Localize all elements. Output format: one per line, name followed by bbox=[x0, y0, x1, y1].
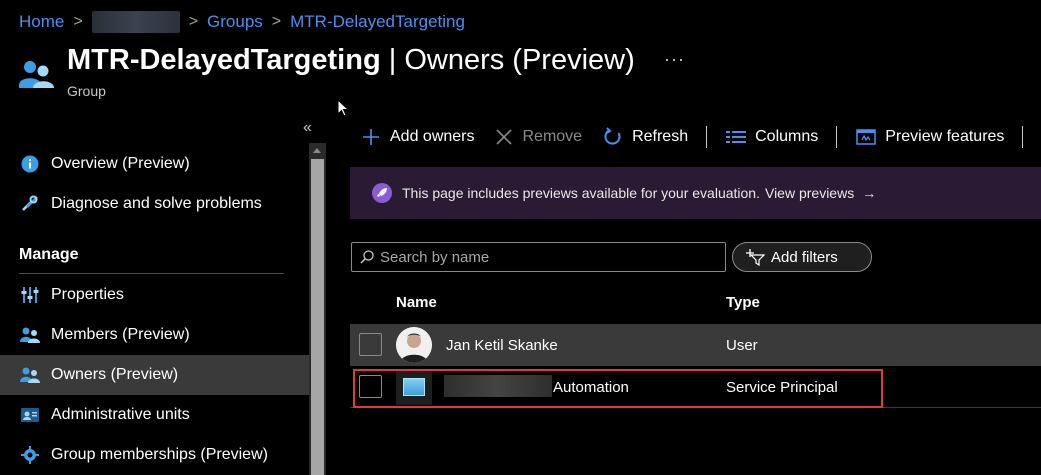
breadcrumb: Home > > Groups > MTR-DelayedTargeting bbox=[19, 11, 465, 33]
close-icon bbox=[493, 126, 515, 148]
service-principal-icon bbox=[396, 369, 432, 405]
sidebar-item-label: Overview (Preview) bbox=[51, 155, 190, 172]
arrow-right-icon[interactable]: → bbox=[862, 185, 876, 201]
admin-units-icon bbox=[19, 404, 41, 426]
column-header-type[interactable]: Type bbox=[726, 294, 760, 311]
command-toolbar: Add owners Remove Refresh Columns Previe… bbox=[360, 122, 1041, 152]
toolbar-separator bbox=[706, 126, 708, 148]
column-header-name[interactable]: Name bbox=[396, 294, 437, 311]
refresh-label: Refresh bbox=[632, 128, 689, 145]
plus-icon bbox=[360, 126, 382, 148]
sidebar-item-group-memberships[interactable]: Group memberships (Preview) bbox=[0, 435, 309, 475]
sidebar-item-diagnose[interactable]: Diagnose and solve problems bbox=[0, 184, 309, 224]
breadcrumb-home-link[interactable]: Home bbox=[19, 12, 64, 32]
preview-features-label: Preview features bbox=[885, 128, 1005, 145]
page-title-group-name: MTR-DelayedTargeting bbox=[67, 44, 381, 76]
search-input[interactable] bbox=[380, 248, 710, 266]
sidebar-item-administrative-units[interactable]: Administrative units bbox=[0, 395, 309, 435]
group-icon bbox=[19, 61, 54, 88]
owners-icon bbox=[19, 364, 41, 386]
breadcrumb-separator: > bbox=[73, 13, 83, 30]
row-checkbox[interactable] bbox=[359, 333, 382, 356]
row-type: Service Principal bbox=[726, 379, 838, 396]
sidebar-item-label: Group memberships (Preview) bbox=[51, 446, 268, 463]
scroll-up-icon[interactable] bbox=[313, 148, 321, 153]
preview-banner: This page includes previews available fo… bbox=[350, 167, 1041, 219]
redacted-name bbox=[444, 375, 552, 397]
breadcrumb-separator: > bbox=[188, 13, 199, 30]
page-title: MTR-DelayedTargeting | Owners (Preview) bbox=[67, 44, 635, 77]
collapse-sidebar-icon[interactable]: « bbox=[303, 119, 312, 137]
sidebar-item-label: Administrative units bbox=[51, 406, 190, 423]
breadcrumb-current-link[interactable]: MTR-DelayedTargeting bbox=[290, 12, 465, 32]
page-title-section: | Owners (Preview) bbox=[380, 44, 635, 76]
info-icon bbox=[19, 153, 41, 175]
view-previews-link[interactable]: View previews bbox=[765, 185, 854, 201]
search-icon bbox=[360, 250, 374, 264]
search-box bbox=[351, 242, 726, 272]
toolbar-separator bbox=[1022, 126, 1024, 148]
sidebar-scrollbar[interactable] bbox=[309, 143, 326, 475]
columns-label: Columns bbox=[755, 128, 819, 145]
add-owners-label: Add owners bbox=[390, 128, 475, 145]
row-checkbox[interactable] bbox=[359, 375, 382, 398]
members-icon bbox=[19, 324, 41, 346]
remove-button[interactable]: Remove bbox=[493, 126, 583, 148]
sidebar-section-manage: Manage bbox=[19, 246, 79, 263]
add-filter-icon bbox=[746, 249, 765, 266]
sidebar-item-label: Members (Preview) bbox=[51, 326, 190, 343]
sidebar-item-overview[interactable]: Overview (Preview) bbox=[0, 144, 309, 184]
refresh-icon bbox=[602, 126, 624, 148]
mouse-cursor-icon bbox=[337, 99, 349, 117]
row-name[interactable]: Jan Ketil Skanke bbox=[446, 337, 558, 354]
breadcrumb-redacted-link[interactable] bbox=[91, 11, 180, 33]
sidebar-item-members[interactable]: Members (Preview) bbox=[0, 315, 309, 355]
row-type: User bbox=[726, 337, 758, 354]
sidebar-item-label: Owners (Preview) bbox=[51, 366, 179, 383]
sidebar-divider bbox=[19, 273, 284, 274]
more-actions-icon[interactable]: ··· bbox=[664, 49, 685, 70]
breadcrumb-separator: > bbox=[271, 13, 282, 30]
gear-icon bbox=[19, 444, 41, 466]
sidebar-item-owners[interactable]: Owners (Preview) bbox=[0, 355, 309, 395]
sidebar-item-label: Properties bbox=[51, 286, 124, 303]
breadcrumb-groups-link[interactable]: Groups bbox=[207, 12, 263, 32]
toolbar-separator bbox=[836, 126, 838, 148]
add-filters-button[interactable]: Add filters bbox=[732, 242, 872, 272]
columns-button[interactable]: Columns bbox=[725, 126, 818, 148]
add-filters-label: Add filters bbox=[771, 248, 838, 266]
properties-icon bbox=[19, 284, 41, 306]
scrollbar-thumb[interactable] bbox=[311, 159, 324, 475]
row-name[interactable]: Automation bbox=[553, 379, 629, 396]
columns-icon bbox=[725, 126, 747, 148]
sidebar-item-label: Diagnose and solve problems bbox=[51, 195, 262, 212]
page-subtitle: Group bbox=[67, 83, 106, 99]
wrench-icon bbox=[19, 193, 41, 215]
preview-features-button[interactable]: Preview features bbox=[855, 126, 1004, 148]
table-row[interactable]: Automation Service Principal bbox=[350, 366, 1041, 408]
table-row[interactable]: Jan Ketil Skanke User bbox=[350, 324, 1041, 366]
sidebar-item-properties[interactable]: Properties bbox=[0, 275, 309, 315]
rocket-icon bbox=[372, 183, 392, 203]
refresh-button[interactable]: Refresh bbox=[602, 126, 688, 148]
remove-label: Remove bbox=[522, 128, 583, 145]
add-owners-button[interactable]: Add owners bbox=[360, 126, 475, 148]
preview-features-icon bbox=[855, 126, 877, 148]
banner-text: This page includes previews available fo… bbox=[402, 185, 760, 201]
user-avatar bbox=[396, 327, 432, 363]
